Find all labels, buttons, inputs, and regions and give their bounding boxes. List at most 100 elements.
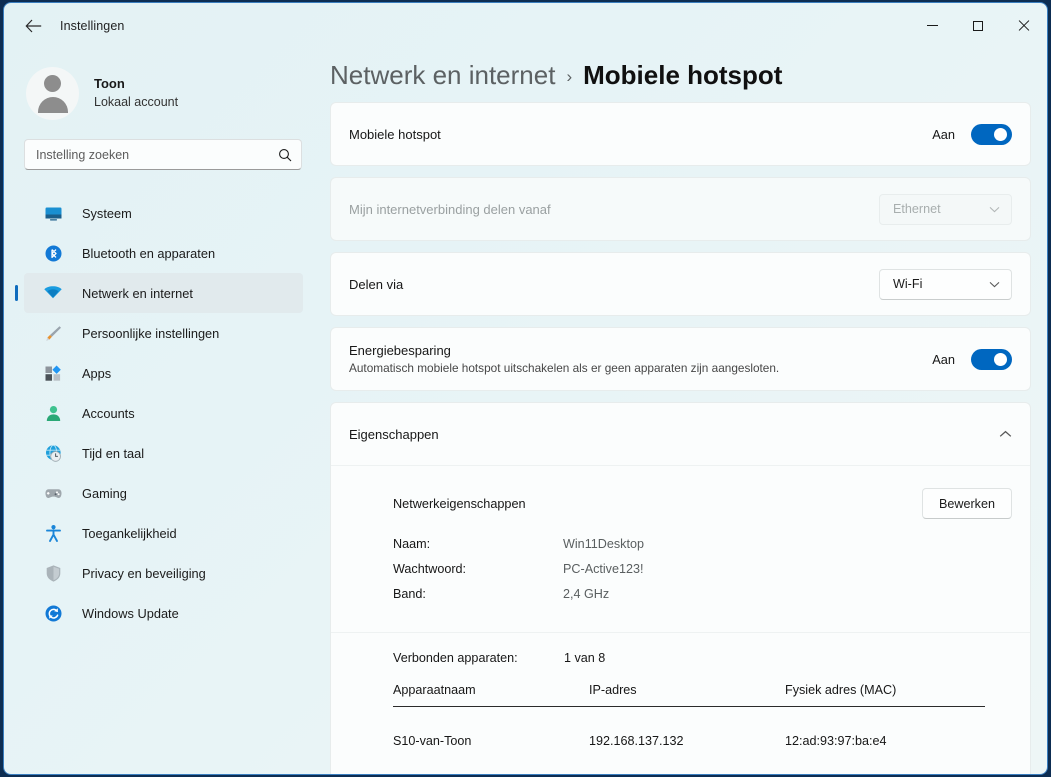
sidebar-item-netwerk-en-internet[interactable]: Netwerk en internet (24, 273, 303, 313)
property-key: Naam: (393, 537, 431, 551)
table-row: Wachtwoord: PC-Active123! (393, 562, 644, 587)
clock-globe-icon (42, 442, 64, 464)
sidebar-item-bluetooth-en-apparaten[interactable]: Bluetooth en apparaten (24, 233, 303, 273)
accessibility-icon (42, 522, 64, 544)
column-header-mac-address: Fysiek adres (MAC) (785, 683, 985, 707)
maximize-icon (973, 20, 983, 31)
row-share-from: Mijn internetverbinding delen vanaf Ethe… (349, 178, 1012, 240)
toggle-knob (994, 127, 1007, 141)
share-via-dropdown[interactable]: Wi-Fi (879, 268, 1012, 300)
account-type: Lokaal account (94, 94, 179, 109)
sidebar-item-tijd-en-taal[interactable]: Tijd en taal (24, 433, 303, 473)
avatar (26, 66, 79, 120)
network-properties-block: Netwerkeigenschappen Bewerken Naam: Win1… (331, 465, 1030, 632)
title-bar: Instellingen (4, 3, 1047, 48)
mobile-hotspot-toggle[interactable] (971, 123, 1012, 145)
power-saving-state-label: Aan (932, 351, 955, 367)
cell-ip-address: 192.168.137.132 (589, 734, 684, 748)
sidebar: Toon Lokaal account Instelling zoeken Sy… (4, 48, 324, 774)
sidebar-item-systeem[interactable]: Systeem (24, 193, 303, 233)
property-value: 2,4 GHz (563, 587, 610, 601)
sidebar-item-gaming[interactable]: Gaming (24, 473, 303, 513)
sidebar-item-label: Tijd en taal (82, 445, 145, 461)
connected-devices-count-label: Verbonden apparaten: (393, 651, 518, 665)
sidebar-item-label: Systeem (82, 205, 132, 221)
search-input[interactable] (36, 147, 278, 162)
share-via-label: Delen via (349, 276, 404, 292)
sidebar-item-privacy-en-beveiliging[interactable]: Privacy en beveiliging (24, 553, 303, 593)
sidebar-item-label: Apps (82, 365, 112, 381)
connected-devices-block: Verbonden apparaten: 1 van 8 Apparaatnaa… (331, 632, 1030, 774)
avatar-head-shape (44, 74, 61, 92)
share-via-value: Wi-Fi (893, 277, 923, 291)
row-power-saving: Energiebesparing Automatisch mobiele hot… (349, 328, 1012, 390)
edit-button[interactable]: Bewerken (921, 488, 1012, 519)
connected-devices-count: Verbonden apparaten: 1 van 8 (393, 651, 1012, 665)
person-icon (42, 402, 64, 424)
chevron-down-icon (989, 206, 1000, 213)
power-saving-description: Automatisch mobiele hotspot uitschakelen… (349, 361, 780, 375)
window-controls (909, 3, 1047, 48)
update-refresh-icon (42, 602, 64, 624)
sidebar-item-windows-update[interactable]: Windows Update (24, 593, 303, 633)
column-header-device-name: Apparaatnaam (393, 683, 589, 707)
sidebar-item-label: Gaming (82, 485, 127, 501)
apps-icon (42, 362, 64, 384)
mobile-hotspot-state-label: Aan (932, 126, 955, 142)
window-title: Instellingen (60, 18, 125, 33)
account-summary[interactable]: Toon Lokaal account (4, 48, 324, 124)
search-icon (278, 148, 292, 162)
sidebar-item-label: Bluetooth en apparaten (82, 245, 216, 261)
card-power-saving: Energiebesparing Automatisch mobiele hot… (330, 327, 1031, 391)
network-properties-heading: Netwerkeigenschappen (393, 496, 526, 511)
sidebar-item-persoonlijke-instellingen[interactable]: Persoonlijke instellingen (24, 313, 303, 353)
table-header-row: Apparaatnaam IP-adres Fysiek adres (MAC) (393, 683, 985, 707)
page-title: Mobiele hotspot (583, 60, 783, 90)
properties-expander-header[interactable]: Eigenschappen (331, 403, 1030, 465)
power-saving-toggle[interactable] (971, 348, 1012, 370)
cell-mac-address: 12:ad:93:97:ba:e4 (785, 734, 887, 748)
shield-icon (42, 562, 64, 584)
back-button[interactable] (16, 11, 50, 41)
breadcrumb: Netwerk en internet › Mobiele hotspot (330, 48, 1031, 91)
row-mobile-hotspot: Mobiele hotspot Aan (349, 103, 1012, 165)
table-row: Band: 2,4 GHz (393, 587, 644, 612)
wifi-icon (42, 282, 64, 304)
sidebar-item-toegankelijkheid[interactable]: Toegankelijkheid (24, 513, 303, 553)
breadcrumb-parent[interactable]: Netwerk en internet (330, 60, 555, 91)
gamepad-icon (42, 482, 64, 504)
properties-body: Netwerkeigenschappen Bewerken Naam: Win1… (331, 465, 1030, 774)
monitor-icon (42, 202, 64, 224)
bluetooth-icon (42, 242, 64, 264)
minimize-icon (926, 25, 938, 26)
sidebar-item-label: Persoonlijke instellingen (82, 325, 220, 341)
window-body: Toon Lokaal account Instelling zoeken Sy… (4, 48, 1047, 774)
close-button[interactable] (1001, 3, 1047, 48)
table-row: Naam: Win11Desktop (393, 537, 644, 562)
back-arrow-icon (24, 19, 41, 32)
network-properties-table: Naam: Win11Desktop Wachtwoord: PC-Active… (393, 537, 644, 612)
share-from-dropdown: Ethernet (879, 193, 1012, 225)
minimize-button[interactable] (909, 3, 955, 48)
property-value: PC-Active123! (563, 562, 644, 576)
sidebar-item-label: Windows Update (82, 605, 179, 621)
avatar-body-shape (37, 96, 68, 113)
sidebar-item-label: Privacy en beveiliging (82, 565, 206, 581)
power-saving-label: Energiebesparing (349, 343, 451, 358)
maximize-button[interactable] (955, 3, 1001, 48)
sidebar-item-apps[interactable]: Apps (24, 353, 303, 393)
table-row: S10-van-Toon 192.168.137.132 12:ad:93:97… (393, 707, 985, 748)
main-content: Netwerk en internet › Mobiele hotspot Mo… (324, 48, 1047, 774)
properties-label: Eigenschappen (349, 426, 439, 442)
column-header-ip-address: IP-adres (589, 683, 785, 707)
property-key: Band: (393, 587, 426, 601)
chevron-down-icon (989, 281, 1000, 288)
search-box[interactable] (24, 139, 302, 170)
property-value: Win11Desktop (563, 537, 644, 551)
cell-device-name: S10-van-Toon (393, 734, 472, 748)
card-share-from: Mijn internetverbinding delen vanaf Ethe… (330, 177, 1031, 241)
sidebar-item-accounts[interactable]: Accounts (24, 393, 303, 433)
breadcrumb-separator: › (566, 67, 573, 86)
share-from-value: Ethernet (893, 202, 941, 216)
connected-devices-count-value: 1 van 8 (564, 651, 606, 665)
